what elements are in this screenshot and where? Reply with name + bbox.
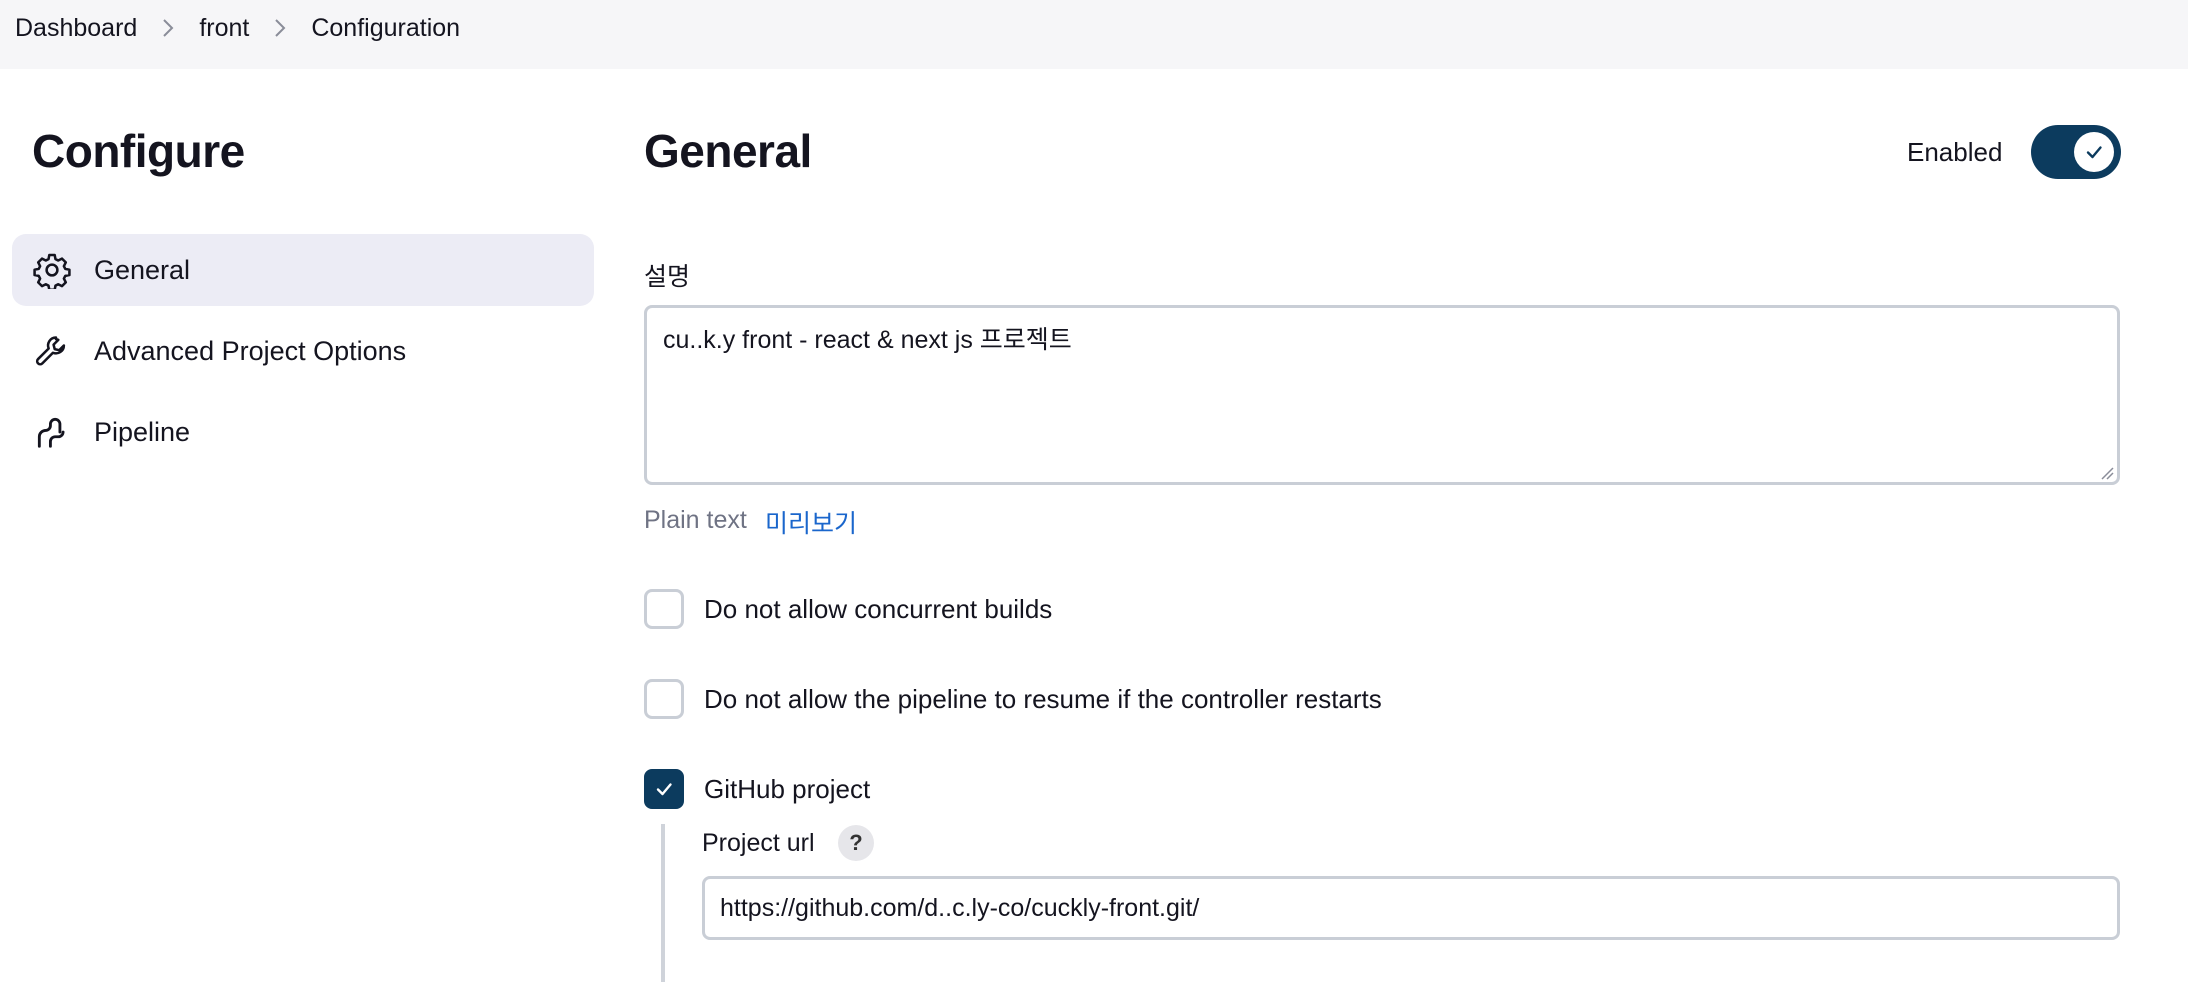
preview-link[interactable]: 미리보기 <box>765 504 857 540</box>
option-concurrent-builds[interactable]: Do not allow concurrent builds <box>644 589 1052 629</box>
option-resume-pipeline[interactable]: Do not allow the pipeline to resume if t… <box>644 679 1382 719</box>
top-bar: Dashboard front Configuration <box>0 0 2188 69</box>
gear-icon <box>32 250 72 290</box>
checkmark-icon <box>656 783 672 796</box>
description-textarea[interactable]: cu..k.y front - react & next js 프로젝트 <box>644 305 2120 485</box>
project-url-label: Project url <box>702 829 815 857</box>
github-project-checkbox[interactable] <box>644 769 684 809</box>
resize-handle-icon[interactable] <box>2098 464 2114 480</box>
project-url-input[interactable] <box>702 876 2120 940</box>
sidebar-item-label: Pipeline <box>94 416 191 447</box>
enabled-toggle[interactable] <box>2031 125 2121 179</box>
sidebar-item-pipeline[interactable]: Pipeline <box>12 396 594 468</box>
section-indent-line <box>661 824 665 982</box>
sidebar-title: Configure <box>32 125 245 177</box>
chevron-right-icon <box>137 17 199 39</box>
breadcrumb-front[interactable]: front <box>199 14 249 43</box>
option-label: GitHub project <box>704 773 871 804</box>
breadcrumb: Dashboard front Configuration <box>15 12 460 44</box>
sidebar-item-label: General <box>94 254 191 285</box>
format-label: Plain text <box>644 506 747 534</box>
breadcrumb-dashboard[interactable]: Dashboard <box>15 14 137 43</box>
sidebar-item-general[interactable]: General <box>12 234 594 306</box>
option-github-project[interactable]: GitHub project <box>644 769 870 809</box>
sidebar-nav: General Advanced Project Options Pipelin… <box>12 234 594 477</box>
pipeline-icon <box>32 412 72 452</box>
sidebar-item-label: Advanced Project Options <box>94 335 407 366</box>
option-label: Do not allow concurrent builds <box>704 593 1053 624</box>
help-icon[interactable]: ? <box>838 825 874 861</box>
breadcrumb-configuration[interactable]: Configuration <box>311 14 460 43</box>
concurrent-builds-checkbox[interactable] <box>644 589 684 629</box>
chevron-right-icon <box>249 17 311 39</box>
resume-pipeline-checkbox[interactable] <box>644 679 684 719</box>
page-title: General <box>644 125 812 177</box>
checkmark-icon <box>2074 132 2114 172</box>
sidebar-item-advanced-project-options[interactable]: Advanced Project Options <box>12 315 594 387</box>
description-label: 설명 <box>644 263 691 291</box>
wrench-icon <box>32 331 72 371</box>
enabled-label: Enabled <box>1907 137 2003 167</box>
option-label: Do not allow the pipeline to resume if t… <box>704 683 1382 714</box>
